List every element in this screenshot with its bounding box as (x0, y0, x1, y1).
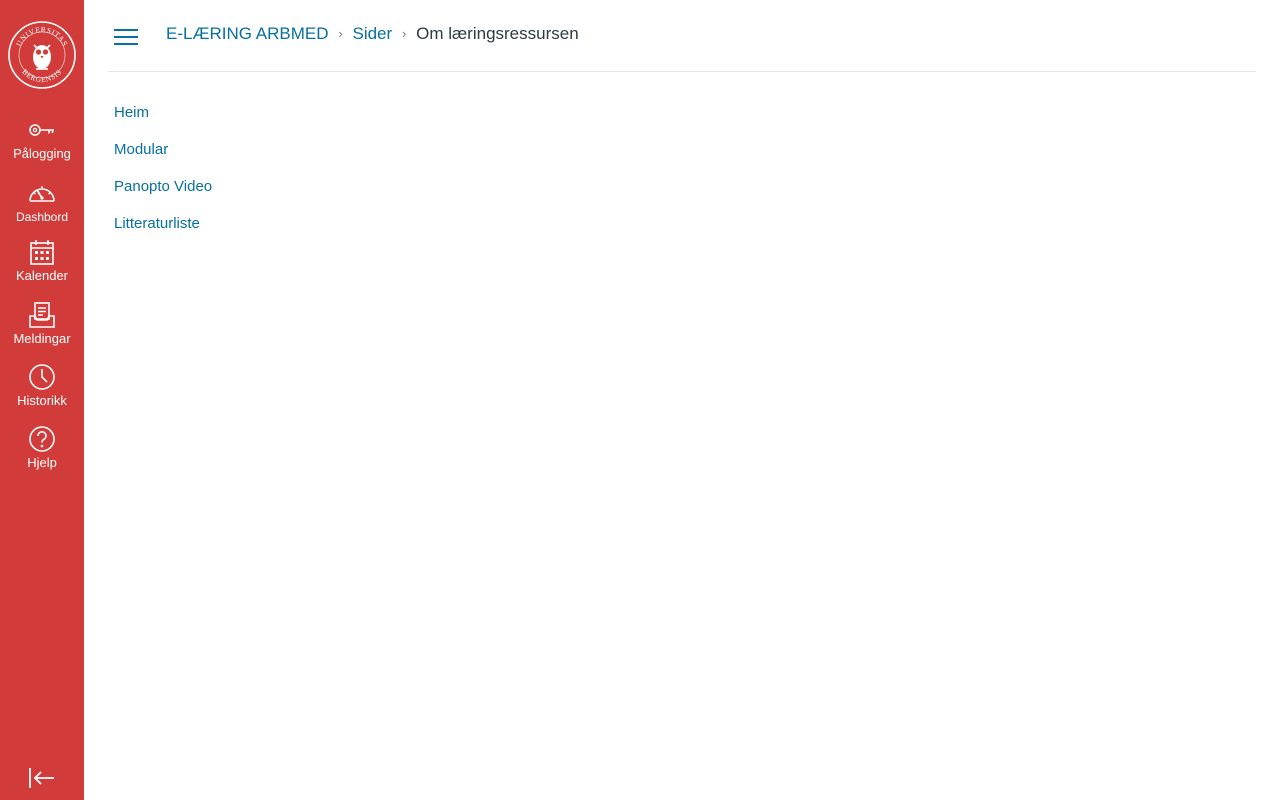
course-nav-link-home[interactable]: Heim (114, 104, 149, 121)
course-nav-item-panopto: Panopto Video (114, 175, 212, 212)
course-nav-item-home: Heim (114, 101, 212, 138)
nav-history-label: Historikk (17, 393, 67, 408)
university-seal-icon: UNIVERSITAS BERGENSIS (8, 21, 76, 89)
course-nav-item-modules: Modular (114, 138, 212, 175)
course-nav-link-modules[interactable]: Modular (114, 141, 168, 158)
collapse-nav-icon (29, 768, 54, 788)
nav-help-label: Hjelp (27, 455, 57, 470)
key-icon (29, 124, 54, 136)
breadcrumb-pages[interactable]: Sider (352, 22, 392, 46)
course-nav-item-literature: Litteraturliste (114, 212, 212, 249)
inbox-icon (29, 302, 55, 328)
breadcrumb-separator-icon: › (402, 26, 407, 41)
breadcrumb: E-LÆRING ARBMED › Sider › Om læringsress… (166, 22, 579, 46)
nav-login-label: Pålogging (13, 146, 71, 161)
page-header: E-LÆRING ARBMED › Sider › Om læringsress… (108, 0, 1256, 72)
help-icon (29, 426, 55, 452)
course-nav-link-panopto[interactable]: Panopto Video (114, 178, 212, 195)
nav-dashboard-label: Dashbord (15, 210, 69, 224)
university-logo[interactable]: UNIVERSITAS BERGENSIS (7, 20, 77, 90)
nav-calendar-label: Kalender (15, 268, 69, 283)
breadcrumb-course[interactable]: E-LÆRING ARBMED (166, 22, 328, 46)
clock-icon (29, 364, 55, 390)
course-navigation: Heim Modular Panopto Video Litteraturlis… (114, 101, 212, 249)
nav-login[interactable]: Pålogging (0, 116, 84, 162)
course-nav-link-literature[interactable]: Litteraturliste (114, 215, 200, 232)
hamburger-icon[interactable] (114, 26, 138, 48)
calendar-icon (30, 240, 54, 265)
nav-dashboard[interactable]: Dashbord (0, 179, 84, 225)
nav-inbox[interactable]: Meldingar (0, 301, 84, 347)
breadcrumb-separator-icon: › (338, 26, 343, 41)
dashboard-icon (29, 186, 55, 202)
nav-calendar[interactable]: Kalender (0, 238, 84, 284)
nav-inbox-label: Meldingar (13, 331, 71, 346)
collapse-nav-button[interactable] (27, 765, 57, 791)
global-navigation: UNIVERSITAS BERGENSIS Pålogging Dashbord… (0, 0, 84, 800)
nav-help[interactable]: Hjelp (0, 425, 84, 471)
nav-history[interactable]: Historikk (0, 363, 84, 409)
breadcrumb-current-page: Om læringsressursen (416, 24, 579, 43)
